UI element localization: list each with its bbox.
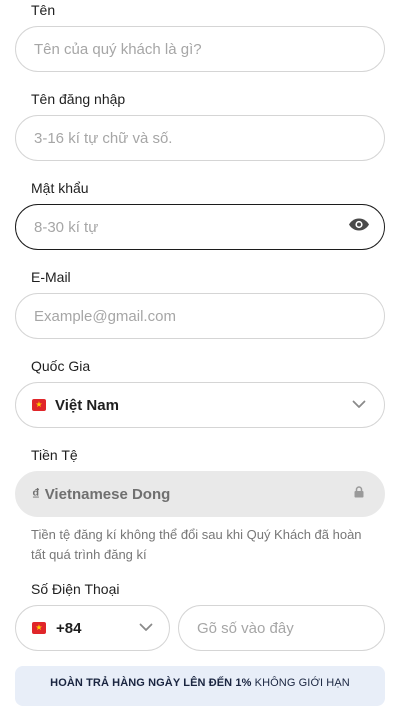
banner-bold-text: HOÀN TRẢ HÀNG NGÀY LÊN ĐẾN 1% — [50, 677, 252, 689]
password-input[interactable] — [32, 217, 368, 237]
currency-helper-text: Tiền tệ đăng kí không thể đổi sau khi Qu… — [31, 527, 362, 562]
name-label: Tên — [31, 2, 56, 18]
country-select[interactable]: ★ Việt Nam — [15, 382, 385, 428]
vietnam-flag-icon: ★ — [32, 622, 46, 634]
country-value: Việt Nam — [55, 396, 119, 414]
chevron-down-icon — [352, 396, 366, 414]
country-code-value: +84 — [56, 619, 82, 637]
username-input[interactable] — [32, 128, 368, 148]
email-input[interactable] — [32, 306, 368, 326]
lock-icon — [354, 485, 364, 503]
username-label: Tên đăng nhập — [31, 91, 126, 107]
email-label: E-Mail — [31, 269, 71, 285]
cashback-banner: HOÀN TRẢ HÀNG NGÀY LÊN ĐẾN 1% KHÔNG GIỚI… — [15, 666, 385, 706]
name-input[interactable] — [32, 39, 368, 59]
name-field[interactable] — [15, 26, 385, 72]
country-label: Quốc Gia — [31, 358, 91, 374]
currency-field: ₫ Vietnamese Dong — [15, 471, 385, 517]
phone-input[interactable] — [195, 618, 368, 638]
email-field[interactable] — [15, 293, 385, 339]
eye-icon[interactable] — [348, 217, 370, 238]
currency-label: Tiền Tệ — [31, 447, 78, 463]
username-field[interactable] — [15, 115, 385, 161]
currency-symbol: ₫ — [32, 485, 40, 503]
password-field[interactable] — [15, 204, 385, 250]
phone-label: Số Điện Thoại — [31, 581, 120, 597]
country-code-select[interactable]: ★ +84 — [15, 605, 170, 651]
banner-text: KHÔNG GIỚI HẠN — [251, 677, 350, 689]
currency-value: Vietnamese Dong — [44, 485, 171, 503]
vietnam-flag-icon: ★ — [32, 399, 46, 411]
chevron-down-icon — [139, 619, 153, 637]
password-label: Mật khẩu — [31, 180, 89, 196]
phone-field[interactable] — [178, 605, 385, 651]
